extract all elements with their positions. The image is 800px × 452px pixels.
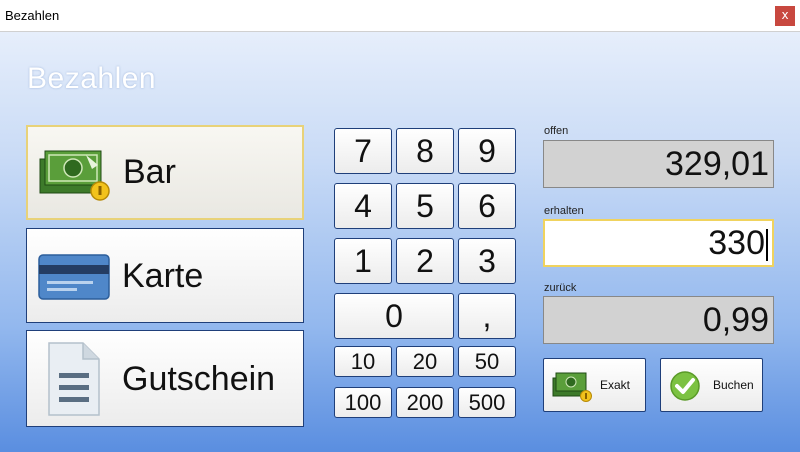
- text-caret: [766, 229, 768, 262]
- title-bar: Bezahlen x: [0, 0, 800, 32]
- payment-card-label: Karte: [122, 257, 204, 295]
- open-amount-value: 329,01: [665, 145, 769, 183]
- exact-button-label: Exakt: [600, 378, 631, 392]
- voucher-document-icon: [45, 341, 103, 422]
- amount-key[interactable]: 200: [396, 387, 454, 418]
- checkmark-icon: [669, 370, 701, 407]
- keypad-key[interactable]: 9: [458, 128, 516, 174]
- open-amount-field: 329,01: [543, 140, 774, 188]
- book-button-label: Buchen: [713, 378, 754, 392]
- keypad-key[interactable]: 6: [458, 183, 516, 229]
- keypad-key[interactable]: 5: [396, 183, 454, 229]
- credit-card-icon: [37, 251, 111, 306]
- payment-voucher-button[interactable]: Gutschein: [26, 330, 304, 427]
- payment-card-button[interactable]: Karte: [26, 228, 304, 323]
- amount-key[interactable]: 10: [334, 346, 392, 377]
- cash-icon: [38, 143, 116, 208]
- keypad-key[interactable]: 7: [334, 128, 392, 174]
- keypad-key[interactable]: 1: [334, 238, 392, 284]
- received-amount-input[interactable]: 330: [543, 219, 774, 267]
- change-amount-label: zurück: [544, 282, 577, 294]
- change-amount-field: 0,99: [543, 296, 774, 344]
- keypad-key-zero[interactable]: 0: [334, 293, 454, 339]
- change-amount-value: 0,99: [702, 301, 769, 339]
- close-button[interactable]: x: [775, 6, 795, 26]
- payment-voucher-label: Gutschein: [122, 360, 276, 398]
- exact-button[interactable]: Exakt: [543, 358, 646, 412]
- received-amount-label: erhalten: [544, 205, 584, 217]
- open-amount-label: offen: [544, 125, 569, 137]
- keypad-key[interactable]: 4: [334, 183, 392, 229]
- window-title: Bezahlen: [5, 8, 60, 23]
- keypad-key[interactable]: 2: [396, 238, 454, 284]
- amount-key[interactable]: 50: [458, 346, 516, 377]
- keypad-key-comma[interactable]: ,: [458, 293, 516, 339]
- cash-icon: [552, 369, 594, 408]
- payment-cash-label: Bar: [123, 153, 176, 191]
- keypad-key[interactable]: 3: [458, 238, 516, 284]
- received-amount-value: 330: [708, 224, 765, 262]
- book-button[interactable]: Buchen: [660, 358, 763, 412]
- amount-key[interactable]: 20: [396, 346, 454, 377]
- amount-key[interactable]: 100: [334, 387, 392, 418]
- amount-key[interactable]: 500: [458, 387, 516, 418]
- payment-panel: Bezahlen Bar Karte Gutschein 7 8 9 4 5 6…: [0, 32, 800, 452]
- keypad-key[interactable]: 8: [396, 128, 454, 174]
- payment-cash-button[interactable]: Bar: [26, 125, 304, 220]
- page-title: Bezahlen: [27, 62, 157, 95]
